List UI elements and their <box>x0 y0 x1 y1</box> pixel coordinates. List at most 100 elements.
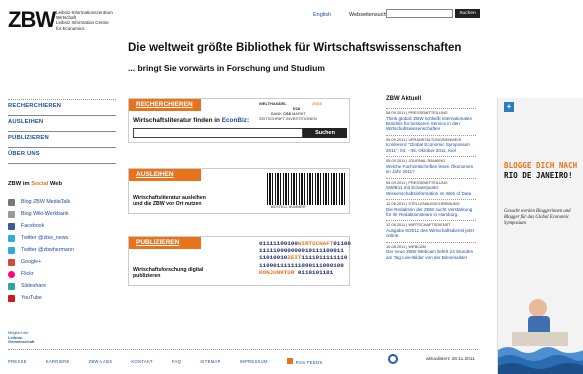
social-link-label: Slideshare <box>21 283 47 289</box>
social-link-youtube[interactable]: YouTube <box>8 292 108 304</box>
binary-digits: 01111100100 <box>259 240 298 247</box>
social-link-blog-mediatalk[interactable]: Blog ZBW MediaTalk <box>8 196 108 208</box>
social-title-im: im <box>22 181 30 187</box>
footer-link-kontakt[interactable]: KONTAKT <box>131 359 153 364</box>
keyword: INVESTITIONEN <box>286 116 317 121</box>
language-switch-link[interactable]: English <box>313 12 331 18</box>
social-link-google-plus[interactable]: Google+ <box>8 256 108 268</box>
binary-word: KONJUNKTUR <box>259 268 295 276</box>
news-item: 12.08.2011 | STELLENAUSSCHREIBUNG Die Red… <box>386 199 476 220</box>
twitter-icon <box>8 246 15 254</box>
publish-text: Wirtschaftsforschung digital publizieren <box>133 267 203 279</box>
site-search-button[interactable]: Suchen <box>455 9 480 18</box>
last-updated: aktualisiert: 28.11.2011 <box>426 357 475 362</box>
econbiz-search-button[interactable]: Suchen <box>303 128 347 138</box>
twitter-icon <box>8 234 15 242</box>
banner-subtitle: Gesucht werden Bloggerinnen und Blogger … <box>504 209 571 226</box>
binary-digits: 01100 <box>333 240 351 247</box>
page-subline: ... bringt Sie vorwärts in Forschung und… <box>128 63 325 73</box>
plus-icon: + <box>504 102 514 112</box>
publish-tab[interactable]: PUBLIZIEREN <box>129 237 201 249</box>
binary-digits: 0110101101 <box>294 268 334 276</box>
main-nav: RECHERCHIEREN AUSLEIHEN PUBLIZIEREN ÜBER… <box>8 99 116 164</box>
social-link-slideshare[interactable]: Slideshare <box>8 280 108 292</box>
banner-title-2: RIO DE JANEIRO! <box>504 171 573 180</box>
social-link-flickr[interactable]: Flickr <box>8 268 108 280</box>
logo-text: Leibniz-Informationszentrum Wirtschaft L… <box>56 10 126 31</box>
news-link[interactable]: Think global: ZBW schließt international… <box>386 116 476 132</box>
leibniz-line: Gemeinschaft <box>8 339 35 344</box>
lending-card: AUSLEIHEN Wirtschaftsliteratur ausleihen… <box>128 168 350 214</box>
footer-link-zbw-labs[interactable]: ZBW-LABS <box>89 359 113 364</box>
news-link[interactable]: Ausgabe 8/2011 des Wirtschaftsdienst jet… <box>386 228 476 239</box>
research-tab[interactable]: RECHERCHIEREN <box>129 99 201 111</box>
footer-link-sitemap[interactable]: SITEMAP <box>200 359 220 364</box>
nav-item-ueber-uns[interactable]: ÜBER UNS <box>8 147 116 164</box>
social-title-zbw: ZBW <box>8 181 22 187</box>
keyword: WELTHANDEL <box>259 101 287 106</box>
footer-link-rss[interactable]: RSS-FEEDS <box>286 358 323 365</box>
footer-link-faq[interactable]: FAQ <box>172 359 181 364</box>
nav-item-recherchieren[interactable]: RECHERCHIEREN <box>8 99 116 115</box>
news-item: 05.09.2011 | VERANSTALTUNGSHINWEIS Konfer… <box>386 134 476 156</box>
social-link-label: Twitter @zbw_news <box>21 235 69 241</box>
news-list: 08.09.2011 | PRESSEMITTEILUNG Think globa… <box>386 108 476 263</box>
leibniz-logo[interactable]: Mitglied der Leibniz- Gemeinschaft <box>8 330 68 345</box>
accessibility-icon[interactable] <box>388 354 398 364</box>
news-title: ZBW Aktuell <box>386 96 422 102</box>
econbiz-prompt-text: Wirtschaftsliteratur finden in <box>133 117 222 124</box>
news-link[interactable]: Konferenz "Global Economic Symposium 201… <box>386 142 476 153</box>
footer-link-impressum[interactable]: IMPRESSUM <box>240 359 268 364</box>
binary-digits: 11010010 <box>259 254 288 262</box>
barcode-label: BESTELL NUMMER <box>271 205 306 209</box>
social-link-label: YouTube <box>21 295 42 301</box>
news-link[interactable]: Die Redaktion der ZBW sucht Verstärkung … <box>386 207 476 218</box>
wiki-icon <box>8 210 15 218</box>
banner-illustration <box>498 288 583 374</box>
google-plus-icon <box>8 258 15 266</box>
lending-tab[interactable]: AUSLEIHEN <box>129 169 201 181</box>
news-item: 08.09.2011 | PRESSEMITTEILUNG Think globa… <box>386 108 476 135</box>
footer-link-presse[interactable]: PRESSE <box>8 359 27 364</box>
news-item: 05.09.2011 | PRESSEMITTEILUNG SWIB11 mit … <box>386 177 476 199</box>
youtube-icon <box>8 294 15 302</box>
news-link[interactable]: Welche Fachzeitschriften lesen Ökonomen … <box>386 164 476 175</box>
news-item: 05.09.2011 | JOURNAL RANKING Welche Fachz… <box>386 156 476 177</box>
slideshare-icon <box>8 282 15 290</box>
social-link-twitter-hermann[interactable]: Twitter @zbwhermann <box>8 244 108 256</box>
footer-link-karriere[interactable]: KARRIERE <box>46 359 70 364</box>
social-web-title: ZBW im Social Web <box>8 181 62 187</box>
keyword: ZBBE <box>311 101 323 106</box>
social-link-twitter-news[interactable]: Twitter @zbw_news <box>8 232 108 244</box>
news-link[interactable]: Der neue ZBW-Webcam liefert 24 Stunden a… <box>386 249 476 260</box>
econbiz-search-input[interactable] <box>133 128 303 138</box>
logo-mark: ZBW <box>8 7 56 32</box>
research-card: RECHERCHIEREN WELTHANDEL ZBBE E28 BANK C… <box>128 98 350 143</box>
zbw-logo[interactable]: ZBW Leibniz-Informationszentrum Wirtscha… <box>8 8 123 34</box>
binary-line: 111110000000010111100011 <box>259 247 351 254</box>
social-link-facebook[interactable]: Facebook <box>8 220 108 232</box>
news-item: 10.08.2011 | WEBCAM Der neue ZBW-Webcam l… <box>386 241 476 263</box>
social-link-blog-wiki[interactable]: Blog Wiki-Werkbank <box>8 208 108 220</box>
news-link[interactable]: SWIB11 mit Schwerpunkt: Wissenschaftsinf… <box>386 185 476 196</box>
binary-line: 110001111111000111000100 <box>259 262 351 269</box>
social-link-label: Google+ <box>21 259 42 265</box>
gse-banner[interactable]: + BLOGGE DICH NACH RIO DE JANEIRO! Gesuc… <box>497 98 583 374</box>
social-link-label: Facebook <box>21 223 45 229</box>
binary-word: ZEIT <box>287 254 302 262</box>
nav-item-publizieren[interactable]: PUBLIZIEREN <box>8 131 116 147</box>
blog-icon <box>8 198 15 206</box>
page-headline: Die weltweit größte Bibliothek für Wirts… <box>128 42 462 54</box>
social-links-list: Blog ZBW MediaTalk Blog Wiki-Werkbank Fa… <box>8 196 108 304</box>
econbiz-link[interactable]: EconBiz <box>222 117 247 124</box>
site-search-input[interactable] <box>386 9 453 18</box>
barcode-graphic <box>267 173 345 205</box>
lending-text: Wirtschaftsliteratur ausleihen und die Z… <box>133 195 206 207</box>
binary-line: KONJUNKTUR 0110101101 <box>259 269 351 276</box>
binary-word: WIRTSCHAFT <box>297 240 334 247</box>
rss-icon <box>286 358 293 364</box>
binary-line: 11010010ZEIT1111011111110 <box>259 254 351 261</box>
facebook-icon <box>8 222 15 230</box>
social-title-web: Web <box>49 181 63 187</box>
nav-item-ausleihen[interactable]: AUSLEIHEN <box>8 115 116 131</box>
